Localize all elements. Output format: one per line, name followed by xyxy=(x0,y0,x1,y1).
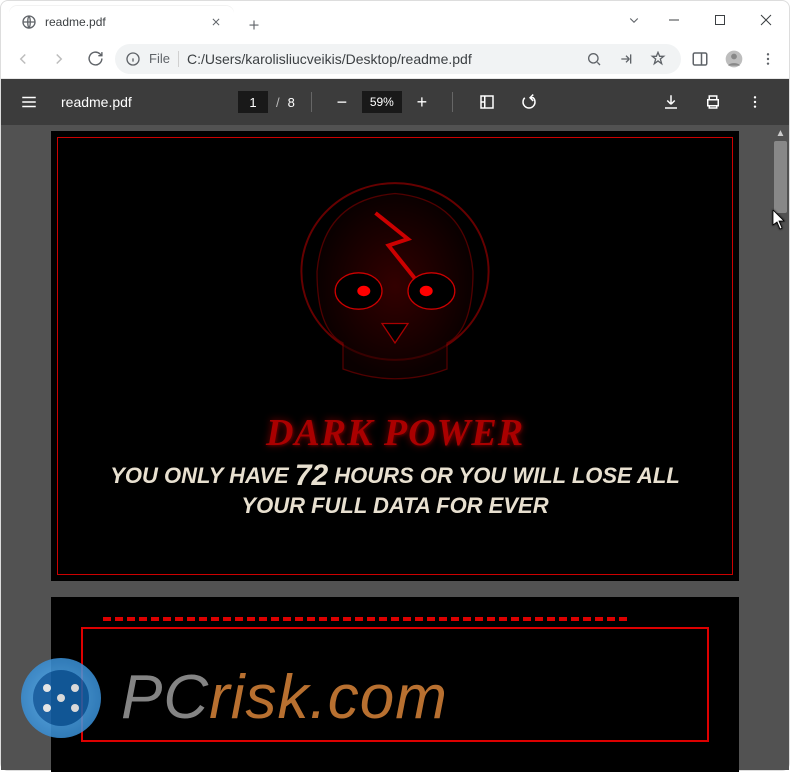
warning-post: HOURS OR YOU WILL LOSE ALL xyxy=(328,463,680,488)
toolbar-separator xyxy=(311,92,312,112)
zoom-indicator-icon[interactable] xyxy=(581,46,607,72)
side-panel-button[interactable] xyxy=(685,44,715,74)
share-icon[interactable] xyxy=(613,46,639,72)
address-bar[interactable]: File C:/Users/karolisliucveikis/Desktop/… xyxy=(115,44,681,74)
pdf-menu-button[interactable] xyxy=(17,90,41,114)
pdf-more-button[interactable] xyxy=(737,84,773,120)
scroll-up-button[interactable]: ▲ xyxy=(772,125,789,141)
page-slash: / xyxy=(276,95,280,110)
new-tab-button[interactable] xyxy=(240,11,268,39)
page-indicator: 1 / 8 xyxy=(238,91,295,113)
reload-button[interactable] xyxy=(79,43,111,75)
document-warning: YOU ONLY HAVE 72 HOURS OR YOU WILL LOSE … xyxy=(51,459,739,519)
print-button[interactable] xyxy=(695,84,731,120)
tab-title: readme.pdf xyxy=(45,15,200,29)
forward-button[interactable] xyxy=(43,43,75,75)
close-tab-button[interactable] xyxy=(208,14,224,30)
zoom-level[interactable]: 59% xyxy=(362,91,402,113)
fit-page-button[interactable] xyxy=(469,84,505,120)
browser-titlebar: readme.pdf xyxy=(1,1,789,39)
browser-menu-button[interactable] xyxy=(753,44,783,74)
zoom-in-button[interactable]: + xyxy=(408,88,436,116)
skull-icon xyxy=(245,161,545,421)
window-close-button[interactable] xyxy=(743,5,789,35)
warning-pre: YOU ONLY HAVE xyxy=(110,463,295,488)
pdf-toolbar: readme.pdf 1 / 8 − 59% + xyxy=(1,79,789,125)
pdf-filename: readme.pdf xyxy=(61,94,132,110)
pdf-viewport[interactable]: DARK POWER YOU ONLY HAVE 72 HOURS OR YOU… xyxy=(1,125,789,770)
cursor-icon xyxy=(772,210,786,230)
back-button[interactable] xyxy=(7,43,39,75)
file-scheme-label: File xyxy=(149,51,170,66)
profile-button[interactable] xyxy=(719,44,749,74)
browser-tab[interactable]: readme.pdf xyxy=(9,5,234,39)
toolbar-separator xyxy=(452,92,453,112)
site-info-icon[interactable] xyxy=(125,51,141,67)
globe-icon xyxy=(21,14,37,30)
warning-line2: YOUR FULL DATA FOR EVER xyxy=(241,493,548,518)
zoom-out-button[interactable]: − xyxy=(328,88,356,116)
pdf-page-1: DARK POWER YOU ONLY HAVE 72 HOURS OR YOU… xyxy=(51,131,739,581)
current-page-input[interactable]: 1 xyxy=(238,91,268,113)
bookmark-icon[interactable] xyxy=(645,46,671,72)
total-pages: 8 xyxy=(288,95,295,110)
address-divider xyxy=(178,51,179,67)
scrollbar-thumb[interactable] xyxy=(774,141,787,213)
tab-search-button[interactable] xyxy=(617,5,651,35)
warning-hours: 72 xyxy=(295,459,328,492)
url-path: C:/Users/karolisliucveikis/Desktop/readm… xyxy=(187,51,573,67)
minimize-button[interactable] xyxy=(651,5,697,35)
pdf-page-2 xyxy=(51,597,739,772)
document-title: DARK POWER xyxy=(51,411,739,455)
download-button[interactable] xyxy=(653,84,689,120)
address-toolbar: File C:/Users/karolisliucveikis/Desktop/… xyxy=(1,39,789,79)
maximize-button[interactable] xyxy=(697,5,743,35)
rotate-button[interactable] xyxy=(511,84,547,120)
